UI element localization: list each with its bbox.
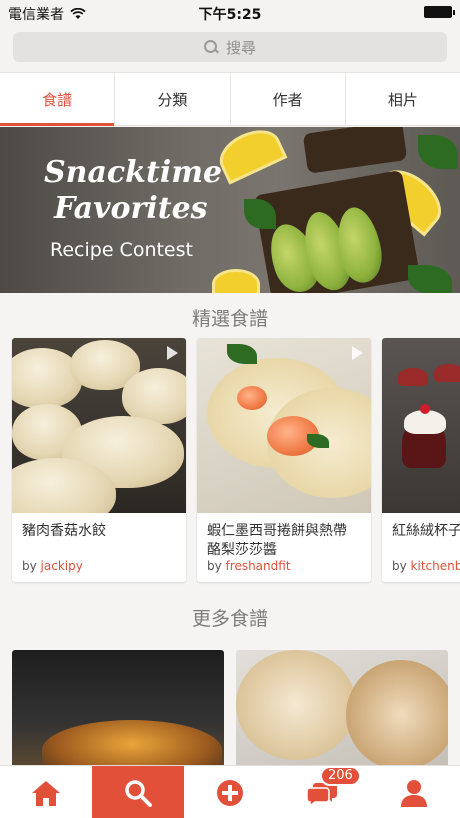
recipe-author[interactable]: by jackipy	[22, 559, 83, 573]
search-icon	[125, 779, 152, 807]
recipe-title: 紅絲絨杯子	[392, 523, 460, 539]
status-bar: 電信業者 下午5:25	[0, 0, 460, 24]
featured-section-title: 精選食譜	[191, 308, 268, 330]
tab-recipes[interactable]: 食譜	[0, 73, 116, 126]
recipe-image	[42, 720, 222, 770]
clock: 下午5:25	[198, 7, 262, 23]
recipe-title: 豬肉香菇水餃	[22, 523, 106, 539]
nav-home-button[interactable]	[0, 766, 92, 818]
tab-authors[interactable]: 作者	[231, 73, 346, 125]
battery-icon	[424, 6, 455, 18]
leaf-image	[418, 135, 458, 169]
search-input[interactable]: 搜尋	[13, 32, 447, 62]
profile-icon	[401, 779, 427, 807]
toast-image	[302, 127, 408, 174]
banner-title-line1: Snacktime	[44, 155, 223, 190]
video-play-icon	[352, 346, 363, 360]
recipe-author[interactable]: by freshandfit	[207, 559, 291, 573]
message-count-badge: 206	[320, 766, 361, 786]
recipe-author[interactable]: by kitchenbo	[392, 559, 460, 573]
promo-banner[interactable]: Snacktime Favorites Recipe Contest	[0, 127, 460, 293]
nav-add-recipe-button[interactable]	[184, 766, 276, 818]
search-bar-container: 搜尋	[0, 24, 460, 72]
recipe-image	[197, 338, 371, 513]
search-icon	[203, 40, 218, 54]
search-placeholder: 搜尋	[225, 38, 256, 57]
recipe-image	[382, 338, 460, 513]
tab-categories[interactable]: 分類	[115, 73, 231, 125]
recipe-image	[236, 650, 356, 760]
recipe-card[interactable]: 豬肉香菇水餃 by jackipy	[12, 338, 186, 582]
nav-search-button[interactable]	[92, 766, 184, 818]
recipe-image	[12, 338, 186, 513]
banner-subtitle: Recipe Contest	[50, 239, 193, 261]
lemon-slice-image	[212, 127, 288, 185]
nav-messages-button[interactable]: 206	[276, 766, 368, 818]
recipe-card[interactable]: 蝦仁墨西哥捲餅與熱帶 酪梨莎莎醬 by freshandfit	[197, 338, 371, 582]
recipe-card[interactable]: 紅絲絨杯子 by kitchenbo	[382, 338, 460, 582]
nav-profile-button[interactable]	[368, 766, 460, 818]
banner-title-line2: Favorites	[54, 191, 208, 226]
leaf-image	[408, 265, 452, 293]
video-play-icon	[167, 346, 178, 360]
recipe-title: 蝦仁墨西哥捲餅與熱帶 酪梨莎莎醬	[207, 523, 347, 558]
lemon-slice-image	[212, 269, 260, 293]
bottom-nav: 206	[0, 765, 460, 818]
add-icon	[217, 779, 243, 806]
app-screen: 電信業者 下午5:25 搜尋 食譜 分類 作者 相片 Snacktime Fav…	[0, 0, 460, 818]
recipe-card[interactable]	[236, 650, 448, 770]
recipe-card[interactable]	[12, 650, 224, 770]
more-section-title: 更多食譜	[191, 608, 268, 630]
top-tabs: 食譜 分類 作者 相片	[0, 72, 460, 126]
home-icon	[32, 780, 60, 806]
tab-photos[interactable]: 相片	[346, 73, 460, 125]
